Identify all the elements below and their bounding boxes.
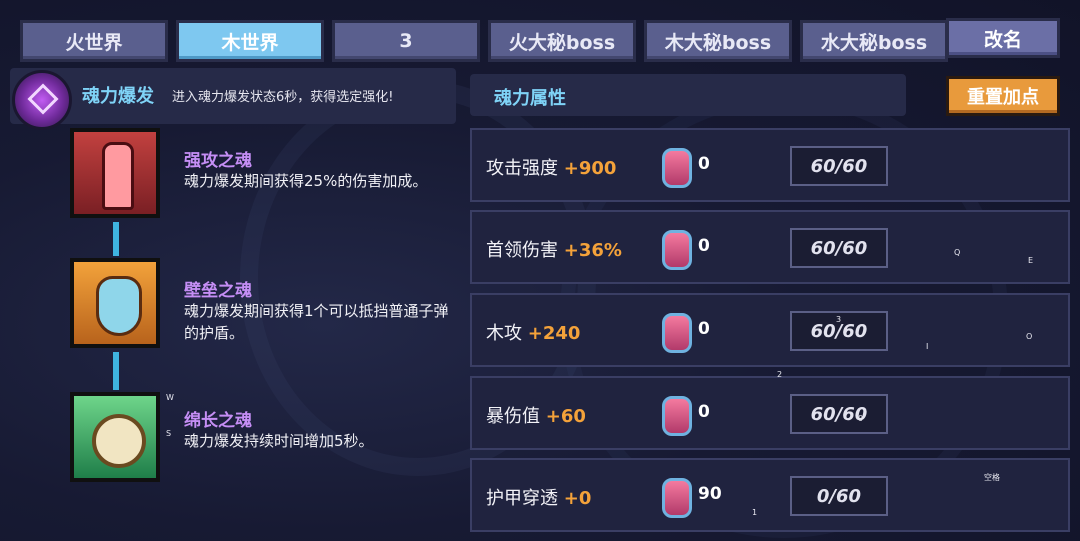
attribute-row: 木攻 +240 0 60/60 [470,293,1070,367]
soul-gem-icon [662,478,692,518]
soul-description: 魂力爆发持续时间增加5秒。 [184,432,374,450]
soul-description: 魂力爆发期间获得1个可以抵挡普通子弹的护盾。 [184,302,449,342]
tab-fire-world[interactable]: 火世界 [20,20,168,62]
attribute-name: 暴伤值 [486,406,540,427]
key-hint: 空格 [984,473,1000,482]
gem-count: 0 [698,236,710,256]
attribute-row: 首领伤害 +36% 0 60/60 [470,210,1070,284]
key-hint: I [926,342,929,351]
tab-wood-world[interactable]: 木世界 [176,20,324,62]
soul-name: 强攻之魂 [184,151,252,171]
soul-burst-title: 魂力爆发 [82,86,154,107]
key-hint: O [1026,332,1033,341]
gem-count: 90 [698,484,722,504]
attribute-level-box[interactable]: 60/60 [790,228,888,268]
attribute-bonus: +900 [563,158,617,179]
gem-count: 0 [698,319,710,339]
soul-connector [113,352,119,390]
attribute-row: 攻击强度 +900 0 60/60 [470,128,1070,202]
rename-button[interactable]: 改名 [946,18,1060,58]
attribute-row: 护甲穿透 +0 90 0/60 [470,458,1070,532]
red-claw-soul-icon[interactable] [70,128,160,218]
key-hint: Q [954,248,961,257]
attributes-title: 魂力属性 [494,88,566,109]
attribute-bonus: +240 [527,323,581,344]
attribute-row: 暴伤值 +60 0 60/60 [470,376,1070,450]
attribute-name: 护甲穿透 [486,488,558,509]
soul-gem-icon [662,230,692,270]
gem-count: 0 [698,154,710,174]
key-hint: S [166,429,172,438]
key-hint: 2 [777,370,783,379]
soul-gem-icon [662,148,692,188]
soul-description: 魂力爆发期间获得25%的伤害加成。 [184,172,428,190]
attribute-name: 木攻 [486,323,522,344]
attribute-level-box[interactable]: 0/60 [790,476,888,516]
key-hint: 3 [836,315,842,324]
key-hint: 1 [752,508,758,517]
stopwatch-soul-icon[interactable] [70,392,160,482]
attribute-name: 攻击强度 [486,158,558,179]
soul-gem-icon [662,313,692,353]
gem-count: 0 [698,402,710,422]
shield-soul-icon[interactable] [70,258,160,348]
attribute-level-box[interactable]: 60/60 [790,394,888,434]
tab-water-boss[interactable]: 水大秘boss [800,20,948,62]
world-tabs: 火世界 木世界 3 火大秘boss 木大秘boss 水大秘boss [20,20,948,62]
tab-wood-boss[interactable]: 木大秘boss [644,20,792,62]
attribute-bonus: +36% [563,240,622,261]
tab-3[interactable]: 3 [332,20,480,62]
soul-connector [113,222,119,256]
attribute-bonus: +60 [545,406,586,427]
soul-gem-icon [662,396,692,436]
key-hint: W [166,393,174,402]
soul-name: 绵长之魂 [184,411,252,431]
attribute-level-box[interactable]: 60/60 [790,146,888,186]
soul-burst-description: 进入魂力爆发状态6秒，获得选定强化! [172,90,394,105]
key-hint: E [1028,256,1034,265]
soul-name: 壁垒之魂 [184,281,252,301]
soul-burst-icon [12,70,72,130]
attribute-name: 首领伤害 [486,240,558,261]
attribute-bonus: +0 [563,488,592,509]
key-hint: 0 [858,414,864,423]
reset-points-button[interactable]: 重置加点 [946,76,1060,116]
tab-fire-boss[interactable]: 火大秘boss [488,20,636,62]
